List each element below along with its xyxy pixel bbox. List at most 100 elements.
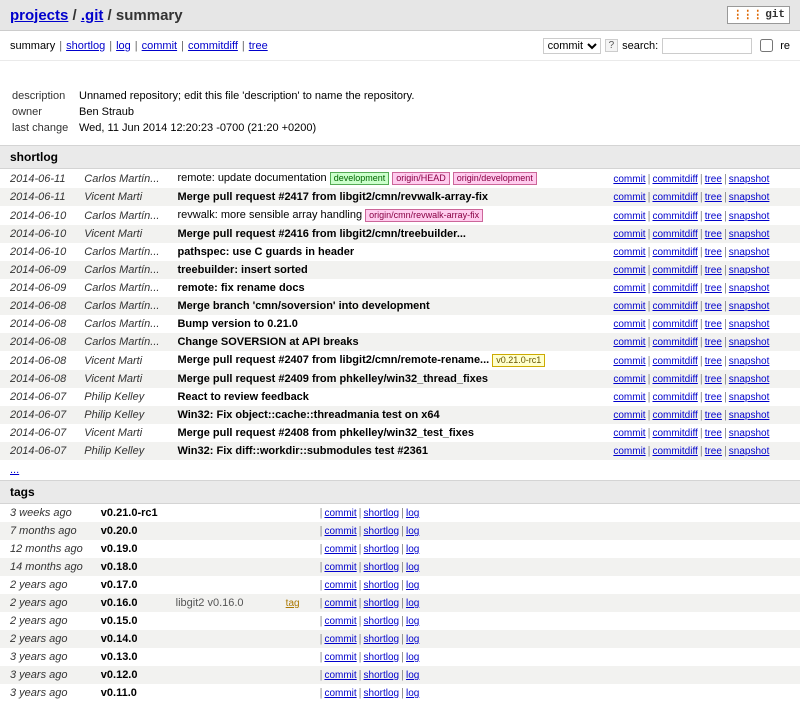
action-commit[interactable]: commit xyxy=(613,192,645,203)
action-tree[interactable]: tree xyxy=(705,428,722,439)
commit-message[interactable]: Win32: Fix object::cache::threadmania te… xyxy=(167,406,603,424)
action-commitdiff[interactable]: commitdiff xyxy=(652,319,697,330)
commit-message[interactable]: Bump version to 0.21.0 xyxy=(167,315,603,333)
breadcrumb-projects[interactable]: projects xyxy=(10,7,68,24)
search-help-icon[interactable]: ? xyxy=(605,39,619,52)
action-snapshot[interactable]: snapshot xyxy=(729,265,770,276)
tag-name[interactable]: v0.18.0 xyxy=(91,558,166,576)
tag-action-log[interactable]: log xyxy=(406,616,419,627)
action-snapshot[interactable]: snapshot xyxy=(729,428,770,439)
action-tree[interactable]: tree xyxy=(705,247,722,258)
tag-action-shortlog[interactable]: shortlog xyxy=(364,616,400,627)
action-snapshot[interactable]: snapshot xyxy=(729,174,770,185)
tag-action-shortlog[interactable]: shortlog xyxy=(364,526,400,537)
commit-message[interactable]: treebuilder: insert sorted xyxy=(167,261,603,279)
action-snapshot[interactable]: snapshot xyxy=(729,247,770,258)
tag-action-shortlog[interactable]: shortlog xyxy=(364,544,400,555)
commit-message[interactable]: Merge pull request #2417 from libgit2/cm… xyxy=(167,188,603,206)
commit-message[interactable]: Change SOVERSION at API breaks xyxy=(167,333,603,351)
tag-action-shortlog[interactable]: shortlog xyxy=(364,580,400,591)
action-tree[interactable]: tree xyxy=(705,192,722,203)
action-commit[interactable]: commit xyxy=(613,247,645,258)
tag-name[interactable]: v0.12.0 xyxy=(91,666,166,684)
action-tree[interactable]: tree xyxy=(705,319,722,330)
action-snapshot[interactable]: snapshot xyxy=(729,283,770,294)
tag-action-commit[interactable]: commit xyxy=(324,508,356,519)
action-commitdiff[interactable]: commitdiff xyxy=(652,337,697,348)
tag-action-shortlog[interactable]: shortlog xyxy=(364,562,400,573)
nav-shortlog[interactable]: shortlog xyxy=(66,40,105,52)
nav-commit[interactable]: commit xyxy=(142,40,177,52)
tag-name[interactable]: v0.15.0 xyxy=(91,612,166,630)
tag-action-shortlog[interactable]: shortlog xyxy=(364,598,400,609)
tag-name[interactable]: v0.14.0 xyxy=(91,630,166,648)
action-commitdiff[interactable]: commitdiff xyxy=(652,428,697,439)
tag-action-commit[interactable]: commit xyxy=(324,598,356,609)
tag-action-shortlog[interactable]: shortlog xyxy=(364,634,400,645)
breadcrumb-repo[interactable]: .git xyxy=(81,7,104,24)
action-tree[interactable]: tree xyxy=(705,229,722,240)
action-commitdiff[interactable]: commitdiff xyxy=(652,192,697,203)
shortlog-more[interactable]: ... xyxy=(10,464,19,476)
action-commit[interactable]: commit xyxy=(613,229,645,240)
action-tree[interactable]: tree xyxy=(705,356,722,367)
action-commitdiff[interactable]: commitdiff xyxy=(652,265,697,276)
tag-action-commit[interactable]: commit xyxy=(324,670,356,681)
action-commit[interactable]: commit xyxy=(613,392,645,403)
action-tree[interactable]: tree xyxy=(705,410,722,421)
action-tree[interactable]: tree xyxy=(705,174,722,185)
tag-action-log[interactable]: log xyxy=(406,598,419,609)
action-commitdiff[interactable]: commitdiff xyxy=(652,374,697,385)
action-commit[interactable]: commit xyxy=(613,301,645,312)
action-tree[interactable]: tree xyxy=(705,283,722,294)
nav-commitdiff[interactable]: commitdiff xyxy=(188,40,238,52)
action-commitdiff[interactable]: commitdiff xyxy=(652,229,697,240)
tag-name[interactable]: v0.17.0 xyxy=(91,576,166,594)
ref-badge[interactable]: origin/development xyxy=(453,172,537,185)
tag-action-commit[interactable]: commit xyxy=(324,580,356,591)
tag-name[interactable]: v0.19.0 xyxy=(91,540,166,558)
tag-action-log[interactable]: log xyxy=(406,670,419,681)
action-commitdiff[interactable]: commitdiff xyxy=(652,174,697,185)
action-commitdiff[interactable]: commitdiff xyxy=(652,301,697,312)
tag-action-log[interactable]: log xyxy=(406,526,419,537)
tag-action-shortlog[interactable]: shortlog xyxy=(364,688,400,699)
action-snapshot[interactable]: snapshot xyxy=(729,211,770,222)
action-commitdiff[interactable]: commitdiff xyxy=(652,446,697,457)
tag-action-log[interactable]: log xyxy=(406,562,419,573)
action-snapshot[interactable]: snapshot xyxy=(729,356,770,367)
tag-action-shortlog[interactable]: shortlog xyxy=(364,508,400,519)
action-commit[interactable]: commit xyxy=(613,337,645,348)
action-snapshot[interactable]: snapshot xyxy=(729,392,770,403)
tag-action-log[interactable]: log xyxy=(406,544,419,555)
commit-message[interactable]: Win32: Fix diff::workdir::submodules tes… xyxy=(167,442,603,460)
action-snapshot[interactable]: snapshot xyxy=(729,192,770,203)
commit-message[interactable]: remote: fix rename docs xyxy=(167,279,603,297)
tag-action-log[interactable]: log xyxy=(406,688,419,699)
tag-action-commit[interactable]: commit xyxy=(324,562,356,573)
action-commitdiff[interactable]: commitdiff xyxy=(652,283,697,294)
action-commitdiff[interactable]: commitdiff xyxy=(652,392,697,403)
action-snapshot[interactable]: snapshot xyxy=(729,301,770,312)
tag-name[interactable]: v0.21.0-rc1 xyxy=(91,504,166,522)
action-commit[interactable]: commit xyxy=(613,283,645,294)
search-input[interactable] xyxy=(662,38,752,54)
action-commit[interactable]: commit xyxy=(613,374,645,385)
action-snapshot[interactable]: snapshot xyxy=(729,337,770,348)
tag-action-commit[interactable]: commit xyxy=(324,526,356,537)
ref-badge[interactable]: development xyxy=(330,172,390,185)
action-commitdiff[interactable]: commitdiff xyxy=(652,410,697,421)
tag-action-commit[interactable]: commit xyxy=(324,652,356,663)
action-tree[interactable]: tree xyxy=(705,301,722,312)
action-tree[interactable]: tree xyxy=(705,446,722,457)
action-commit[interactable]: commit xyxy=(613,356,645,367)
search-re-checkbox[interactable] xyxy=(760,39,773,52)
ref-badge[interactable]: origin/cmn/revwalk-array-fix xyxy=(365,209,483,222)
commit-message[interactable]: pathspec: use C guards in header xyxy=(167,243,603,261)
tag-name[interactable]: v0.20.0 xyxy=(91,522,166,540)
action-commit[interactable]: commit xyxy=(613,410,645,421)
tag-action-log[interactable]: log xyxy=(406,652,419,663)
action-snapshot[interactable]: snapshot xyxy=(729,229,770,240)
action-commitdiff[interactable]: commitdiff xyxy=(652,211,697,222)
search-type-select[interactable]: commit xyxy=(543,38,601,54)
